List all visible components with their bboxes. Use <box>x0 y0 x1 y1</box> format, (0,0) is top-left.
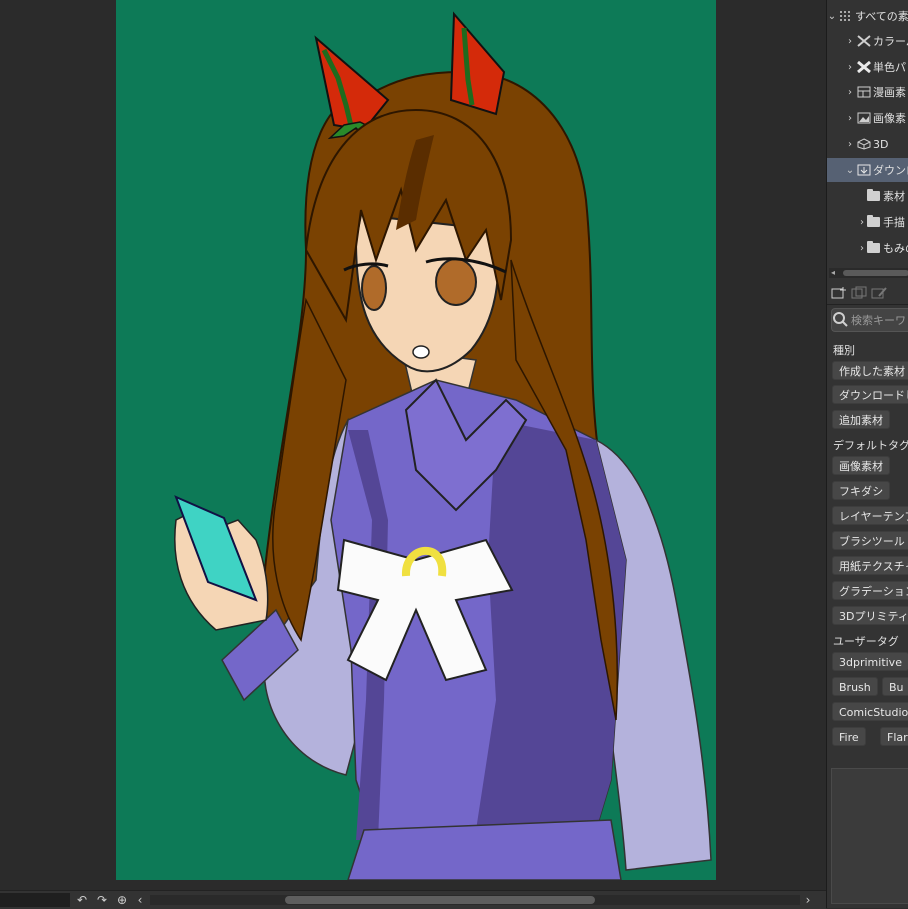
left-eye <box>361 265 387 311</box>
chevron-right-icon[interactable]: › <box>845 36 855 47</box>
tag-flar[interactable]: Flar <box>880 727 908 746</box>
tag-gradation[interactable]: グラデーション <box>832 581 908 600</box>
material-panel: ⌄ すべての素 › カラーパ › 単色パ › 漫画素 › 画像素 › <box>826 0 908 908</box>
tree-toolbar <box>827 282 908 305</box>
new-folder-icon[interactable] <box>831 286 847 300</box>
search-keyword-field[interactable]: 検索キーワ <box>831 308 908 332</box>
tree-horizontal-scrollbar[interactable]: ◂ <box>829 268 908 278</box>
copy-folder-icon[interactable] <box>851 286 867 300</box>
default-tag-section-title: デフォルトタグ <box>833 439 908 452</box>
tree-item-download[interactable]: ⌄ ダウンロ <box>827 158 908 182</box>
user-tag-section-title: ユーザータグ <box>833 635 899 648</box>
folder-icon <box>867 241 880 253</box>
3d-cube-icon <box>857 138 871 150</box>
scroll-right-arrow-icon[interactable]: › <box>800 892 816 908</box>
tag-paper-texture[interactable]: 用紙テクスチャ <box>832 556 908 575</box>
edit-folder-icon[interactable] <box>871 286 887 300</box>
tree-item-label: 3D <box>873 137 889 151</box>
tree-item-label: 手描 <box>883 216 905 229</box>
tree-item-hand-drawn[interactable]: › 手描 <box>827 210 908 234</box>
tag-added-material[interactable]: 追加素材 <box>832 410 890 429</box>
tag-bu[interactable]: Bu <box>882 677 908 696</box>
tag-brush[interactable]: Brush <box>832 677 878 696</box>
navigator-preview[interactable] <box>0 893 70 907</box>
tag-speech-balloon[interactable]: フキダシ <box>832 481 891 500</box>
rotate-right-icon[interactable]: ↷ <box>94 892 110 908</box>
tree-item-label: 素材 <box>883 190 905 203</box>
canvas-horizontal-scrollbar[interactable] <box>150 895 800 905</box>
tree-item-all-materials[interactable]: ⌄ すべての素 <box>827 4 908 28</box>
search-placeholder: 検索キーワ <box>851 314 906 327</box>
chevron-right-icon[interactable]: › <box>857 217 867 228</box>
tree-scroll-thumb[interactable] <box>843 270 908 276</box>
grid-icon <box>839 10 853 22</box>
chevron-down-icon[interactable]: ⌄ <box>845 165 855 176</box>
tree-item-color-pattern[interactable]: › カラーパ <box>827 29 908 53</box>
right-eye <box>435 258 477 306</box>
tree-item-image-material[interactable]: › 画像素 <box>827 106 908 130</box>
pleated-skirt <box>347 819 622 880</box>
tag-downloaded[interactable]: ダウンロードした <box>832 385 908 404</box>
tree-item-momi[interactable]: › もみの <box>827 236 908 260</box>
chevron-right-icon[interactable]: › <box>857 243 867 254</box>
tag-layer-template[interactable]: レイヤーテンプ <box>832 506 908 525</box>
material-preview-area <box>831 768 908 904</box>
folder-icon <box>867 215 880 227</box>
tree-item-label: 単色パ <box>873 61 906 74</box>
chevron-down-icon[interactable]: ⌄ <box>827 11 837 22</box>
tree-item-label: もみの <box>883 242 908 255</box>
tree-item-label: 漫画素 <box>873 86 906 99</box>
canvas-area[interactable]: ▼ <box>0 0 812 890</box>
folder-icon <box>867 189 880 201</box>
chevron-right-icon[interactable]: › <box>845 87 855 98</box>
tag-3dprimitive[interactable]: 3dprimitive <box>832 652 908 671</box>
horizontal-scroll-thumb[interactable] <box>285 896 595 904</box>
chevron-right-icon[interactable]: › <box>845 62 855 73</box>
tree-item-label: すべての素 <box>855 10 908 23</box>
chevron-right-icon[interactable]: › <box>845 139 855 150</box>
tag-fire[interactable]: Fire <box>832 727 866 746</box>
download-folder-icon <box>857 164 871 176</box>
illustration-canvas[interactable] <box>116 0 716 880</box>
tag-brush-tool[interactable]: ブラシツール <box>832 531 908 550</box>
tree-item-manga-material[interactable]: › 漫画素 <box>827 80 908 104</box>
scroll-left-arrow-icon[interactable]: ‹ <box>132 892 148 908</box>
mono-pattern-icon <box>857 60 871 74</box>
tree-item-3d[interactable]: › 3D <box>827 132 908 156</box>
tag-3d-primitive[interactable]: 3Dプリミティブ <box>832 606 908 625</box>
tag-image-material[interactable]: 画像素材 <box>832 456 890 475</box>
kind-section-title: 種別 <box>833 344 855 357</box>
tree-item-label: カラーパ <box>873 35 908 48</box>
rotate-left-icon[interactable]: ↶ <box>74 892 90 908</box>
manga-material-icon <box>857 86 871 98</box>
image-material-icon <box>857 112 871 124</box>
chevron-right-icon[interactable]: › <box>845 113 855 124</box>
color-palette-icon <box>857 35 871 47</box>
tree-item-material-folder[interactable]: 素材 <box>827 184 908 208</box>
tag-created-material[interactable]: 作成した素材 <box>832 361 908 380</box>
tree-item-mono-pattern[interactable]: › 単色パ <box>827 55 908 79</box>
tag-comicstudio[interactable]: ComicStudio <box>832 702 908 721</box>
reset-rotation-icon[interactable]: ⊕ <box>114 892 130 908</box>
tree-item-label: 画像素 <box>873 112 906 125</box>
tree-item-label: ダウンロ <box>873 164 908 177</box>
scroll-left-arrow-icon[interactable]: ◂ <box>831 268 835 277</box>
search-icon <box>832 311 848 330</box>
canvas-bottom-bar: ↶ ↷ ⊕ ‹ › <box>0 890 826 909</box>
mouth <box>412 345 430 359</box>
